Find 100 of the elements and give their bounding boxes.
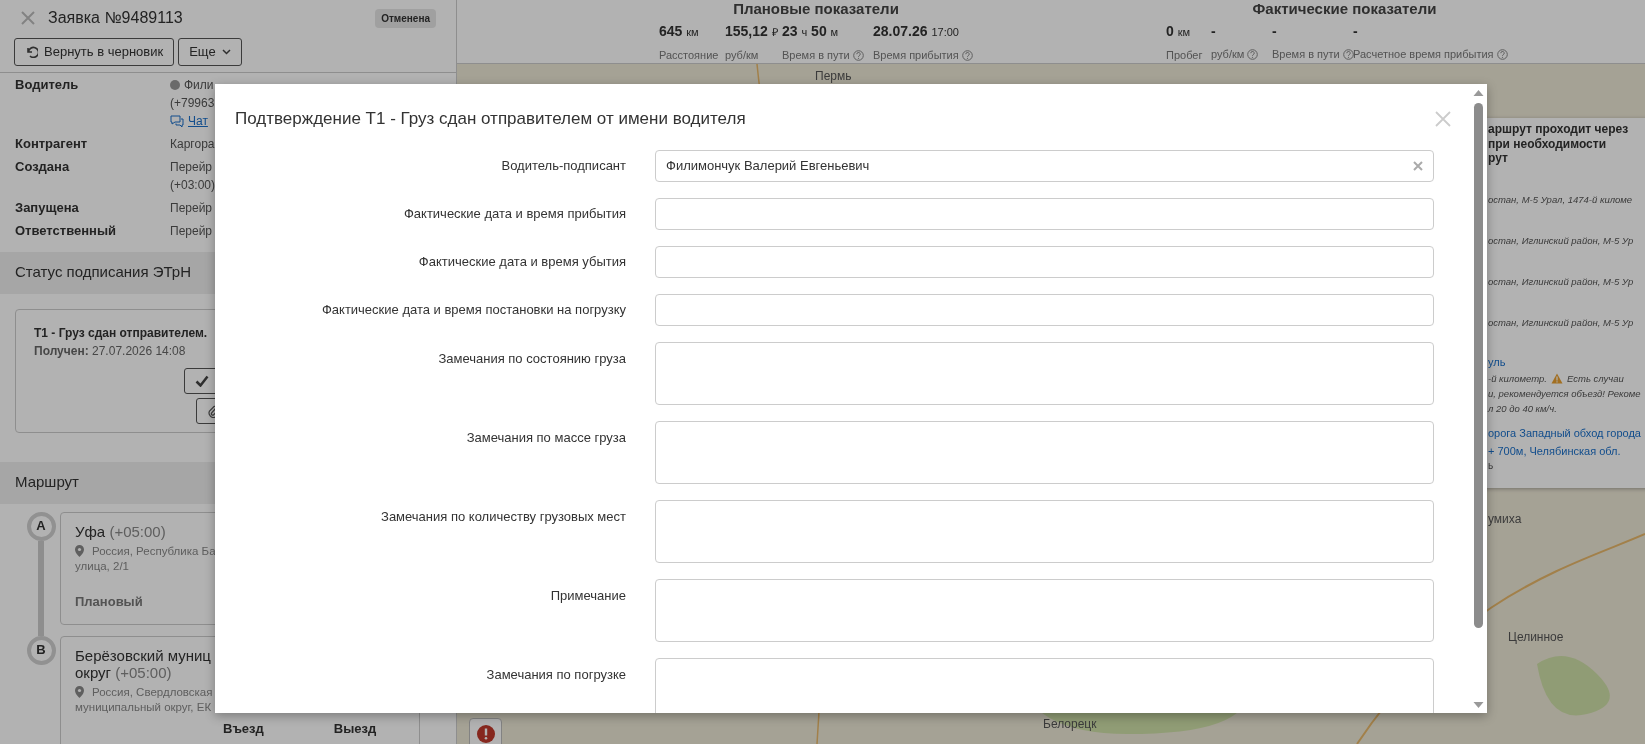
field-label: Водитель (15, 75, 80, 94)
chat-icon (170, 114, 184, 127)
metric-label: Время прибытия (873, 48, 959, 63)
help-icon[interactable] (1247, 48, 1259, 60)
help-icon[interactable] (961, 49, 973, 61)
comment-textarea[interactable] (655, 341, 1434, 405)
address-line: улица, 2/1 (75, 558, 130, 574)
address-text: остан, Иглинский район, М-5 Ур (1488, 316, 1635, 331)
comment-textarea[interactable] (655, 657, 1434, 713)
close-icon[interactable] (1435, 110, 1451, 127)
location-pin-icon (75, 545, 84, 557)
unit-label: 17:00 (931, 26, 959, 38)
chat-link[interactable]: Чат (188, 111, 208, 130)
road-link[interactable]: уль (1488, 354, 1644, 369)
help-icon[interactable] (1496, 48, 1508, 60)
field-label: Замечания по количеству грузовых мест (380, 507, 626, 526)
comment-textarea[interactable] (655, 420, 1434, 484)
metric-value: 23 (782, 23, 798, 39)
metric-label: Расстояние (659, 48, 719, 63)
section-title: Маршрут (15, 472, 79, 493)
field-value: Перейр (170, 158, 214, 176)
note-text: ь (1488, 458, 1495, 473)
timezone-label: (+05:00) (109, 522, 166, 540)
driver-name: Фили (184, 76, 214, 94)
alert-icon (476, 725, 495, 743)
unit-label: м (830, 26, 839, 38)
received-text: Получен: 27.07.2026 14:08 (34, 342, 187, 360)
field-label: Фактические дата и время убытия (417, 252, 626, 271)
metric-label: Время в пути (782, 48, 850, 63)
address-text: остан, Иглинский район, М-5 Ур (1488, 233, 1635, 248)
status-label: Отменена (375, 8, 436, 28)
field-label: Создана (15, 157, 71, 176)
close-icon[interactable] (20, 10, 36, 26)
field-label: Ответственный (15, 221, 117, 240)
date-time-input[interactable] (655, 245, 1434, 278)
metric-value: 28.07.26 (873, 23, 928, 39)
field-label: Запущена (15, 198, 80, 217)
metric-value: - (1272, 23, 1277, 39)
column-header: Въезд (223, 719, 264, 738)
group-title: Фактические показатели (1252, 0, 1437, 18)
driver-select[interactable]: Филимончук Валерий Евгеньевич (655, 149, 1434, 182)
field-label: Фактические дата и время постановки на погрузку (320, 300, 626, 319)
city-name: Берёзовский муниц (75, 646, 212, 664)
date-time-input[interactable] (655, 197, 1434, 230)
date-time-input[interactable] (655, 293, 1434, 326)
metric-value: - (1353, 23, 1358, 39)
unit-label: ₽ (771, 26, 778, 38)
note-text: и, рекомендуется объезд! Рекоме (1488, 386, 1642, 401)
more-dropdown[interactable]: Еще (178, 38, 242, 66)
field-label: Водитель-подписант (500, 156, 626, 175)
undo-icon (25, 45, 38, 59)
address-text: остан, М-5 Урал, 1474-й киломе (1488, 192, 1634, 207)
revert-button[interactable]: Вернуть в черновик (14, 38, 175, 66)
field-label: Примечание (549, 586, 626, 605)
metric-label: Расчетное время прибытия (1353, 47, 1494, 62)
metric-value: 0 (1166, 23, 1174, 39)
address-line: Россия, Свердловская (92, 684, 213, 700)
field-value: Каргора (170, 135, 215, 153)
location-pin-icon (75, 686, 84, 698)
help-icon[interactable] (1342, 48, 1354, 60)
order-title: Заявка №9489113 (48, 8, 183, 28)
unit-label: км (1177, 26, 1191, 38)
map-place-label: Целинное (1508, 629, 1564, 646)
comment-textarea[interactable] (655, 578, 1434, 642)
status-dot-icon (170, 79, 180, 90)
column-header: Выезд (333, 719, 377, 738)
scroll-up-icon[interactable] (1473, 89, 1484, 97)
map-place-label: Белорецк (1043, 716, 1097, 733)
popup-heading: при необходимости (1488, 136, 1607, 151)
field-label: Замечания по состоянию груза (437, 349, 626, 368)
popup-heading: аршрут проходит через (1488, 122, 1630, 137)
address-line: Россия, Республика Ба (92, 543, 216, 559)
dialog-title: Подтверждение Т1 - Груз сдан отправителем от имени водителя (235, 108, 746, 130)
map-place-label: умиха (1488, 511, 1522, 528)
field-label: Фактические дата и время прибытия (402, 204, 626, 223)
road-link[interactable]: + 700м, Челябинская обл. (1488, 443, 1644, 458)
note-text: л 20 до 40 км/ч. (1488, 401, 1558, 416)
metric-value: - (1211, 23, 1216, 39)
timezone-label: (+05:00) (115, 663, 172, 681)
field-value: (+79963 (170, 94, 215, 112)
help-icon[interactable] (852, 49, 864, 61)
field-value: Перейр (170, 199, 213, 217)
city-name: Уфа (75, 522, 106, 540)
document-title: Т1 - Груз сдан отправителем. (34, 324, 209, 342)
clear-icon[interactable] (1413, 160, 1423, 171)
scroll-down-icon[interactable] (1473, 701, 1484, 709)
scrollbar-thumb[interactable] (1474, 103, 1483, 628)
section-title: Статус подписания ЭТрН (15, 262, 192, 283)
metric-label: Пробег (1166, 48, 1203, 63)
field-value: (+03:00) (170, 176, 216, 194)
unit-label: км (686, 26, 699, 38)
note-text: Есть случаи (1566, 371, 1624, 386)
address-text: остан, Иглинский район, М-5 Ур (1488, 275, 1635, 289)
caret-icon (221, 48, 231, 55)
metric-value: 645 (659, 23, 683, 39)
metric-label: руб/км (1211, 47, 1245, 62)
comment-textarea[interactable] (655, 499, 1434, 563)
road-link[interactable]: орога Западный обход города (1488, 425, 1644, 440)
alert-button[interactable] (469, 718, 502, 744)
metric-label: руб/км (725, 48, 759, 63)
